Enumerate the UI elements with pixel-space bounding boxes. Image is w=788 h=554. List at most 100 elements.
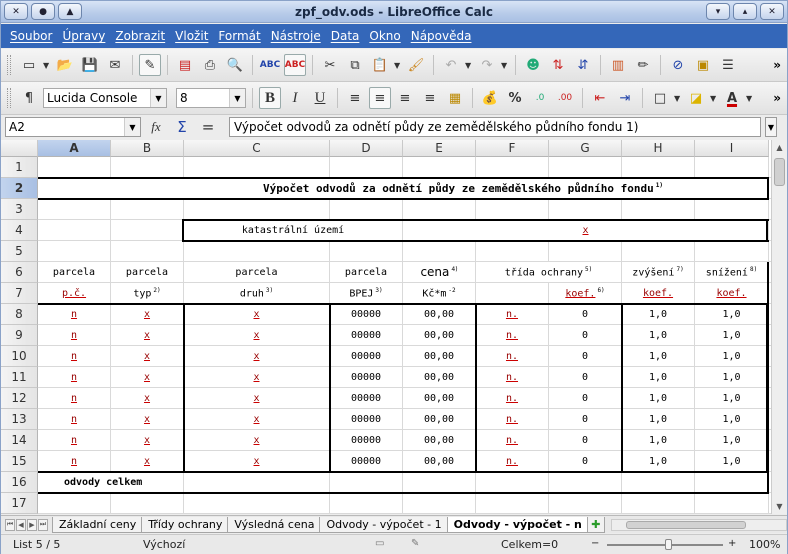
data-cell-f[interactable]: n. (476, 304, 548, 324)
zoom-level[interactable]: 100% (749, 538, 780, 551)
font-color-icon[interactable]: A (721, 87, 743, 109)
data-cell-b[interactable]: x (111, 346, 183, 366)
menu-tools[interactable]: Nástroje (266, 29, 326, 43)
navigator-icon[interactable]: ⊘ (667, 54, 689, 76)
scroll-up-icon[interactable]: ▲ (772, 140, 787, 155)
column-header-b[interactable]: B (111, 140, 184, 157)
background-color-icon[interactable]: ◪ (685, 87, 707, 109)
data-cell-h[interactable]: 1,0 (622, 304, 694, 324)
scroll-down-icon[interactable]: ▼ (772, 499, 787, 514)
data-cell-d[interactable]: 00000 (330, 451, 402, 471)
data-cell-i[interactable]: 1,0 (695, 304, 768, 324)
data-cell-f[interactable]: n. (476, 367, 548, 387)
sort-descending-icon[interactable]: ⇵ (572, 54, 594, 76)
draw-functions-icon[interactable]: ✏ (632, 54, 654, 76)
data-cell-e[interactable]: 00,00 (403, 388, 475, 408)
data-sources-icon[interactable]: ☰ (717, 54, 739, 76)
data-cell-e[interactable]: 00,00 (403, 367, 475, 387)
first-sheet-icon[interactable]: ⏮ (5, 518, 15, 531)
undo-icon[interactable]: ↶ (440, 54, 462, 76)
row-header-11[interactable]: 11 (1, 367, 38, 388)
formula-icon[interactable]: = (197, 116, 219, 138)
copy-icon[interactable]: ⧉ (344, 54, 366, 76)
open-folder-icon[interactable]: 📂 (54, 54, 76, 76)
total-label-cell[interactable]: odvody celkem (38, 472, 183, 492)
header-cena-cell[interactable]: cena 4) (403, 262, 475, 282)
data-cell-a[interactable]: n (38, 325, 110, 345)
toolbar-overflow-icon[interactable]: » (773, 58, 781, 72)
chevron-down-icon[interactable]: ▼ (150, 89, 166, 107)
chevron-down-icon[interactable]: ▼ (124, 118, 140, 136)
data-cell-d[interactable]: 00000 (330, 388, 402, 408)
row-header-3[interactable]: 3 (1, 199, 38, 220)
add-decimal-icon[interactable]: .0 (529, 87, 551, 109)
header-trida-ochrany[interactable]: třída ochrany 5) (476, 262, 621, 282)
data-cell-a[interactable]: n (38, 346, 110, 366)
align-center-icon[interactable]: ≡ (369, 87, 391, 109)
delete-decimal-icon[interactable]: .00 (554, 87, 576, 109)
header-kc[interactable]: Kč*m -2 (403, 283, 475, 303)
data-cell-e[interactable]: 00,00 (403, 451, 475, 471)
header-druh[interactable]: druh 3) (184, 283, 329, 303)
zoom-out-icon[interactable]: − (591, 538, 599, 549)
katastr-label-cell[interactable]: katastrální území (184, 220, 402, 240)
data-cell-h[interactable]: 1,0 (622, 451, 694, 471)
data-cell-c[interactable]: x (184, 409, 329, 429)
export-pdf-icon[interactable]: ▤ (174, 54, 196, 76)
data-cell-d[interactable]: 00000 (330, 367, 402, 387)
data-cell-a[interactable]: n (38, 304, 110, 324)
window-up-button[interactable]: ▲ (58, 3, 82, 20)
scroll-thumb[interactable] (774, 158, 785, 186)
hyperlink-icon[interactable]: ☻ (522, 54, 544, 76)
select-all-corner[interactable] (1, 140, 38, 157)
sheet-tab[interactable]: Základní ceny (52, 516, 144, 533)
menu-edit[interactable]: Úpravy (57, 29, 110, 43)
column-header-f[interactable]: F (476, 140, 549, 157)
autospellcheck-icon[interactable]: ABC (284, 54, 306, 76)
data-cell-c[interactable]: x (184, 451, 329, 471)
name-box[interactable]: A2 ▼ (5, 117, 141, 137)
align-left-icon[interactable]: ≡ (344, 87, 366, 109)
data-cell-a[interactable]: n (38, 409, 110, 429)
data-cell-f[interactable]: n. (476, 409, 548, 429)
minimize-button[interactable]: ▾ (706, 3, 730, 20)
data-cell-h[interactable]: 1,0 (622, 367, 694, 387)
sheet-tab[interactable]: Třídy ochrany (141, 516, 230, 533)
align-right-icon[interactable]: ≡ (394, 87, 416, 109)
row-header-17[interactable]: 17 (1, 493, 38, 514)
row-header-16[interactable]: 16 (1, 472, 38, 493)
header-koef-i[interactable]: koef. (695, 283, 768, 303)
row-header-12[interactable]: 12 (1, 388, 38, 409)
data-cell-f[interactable]: n. (476, 451, 548, 471)
row-header-5[interactable]: 5 (1, 241, 38, 262)
row-header-6[interactable]: 6 (1, 262, 38, 283)
increase-indent-icon[interactable]: ⇥ (614, 87, 636, 109)
data-cell-f[interactable]: n. (476, 325, 548, 345)
sheet-tab[interactable]: Výsledná cena (227, 516, 322, 533)
sheet-tab-active[interactable]: Odvody - výpočet - n (446, 516, 589, 533)
spreadsheet-grid[interactable]: A B C D E F G H I 1 2 3 4 5 6 7 8 9 10 11 12 13 14 15 16 17 Výpoče… (1, 140, 771, 514)
gallery-icon[interactable]: ▣ (692, 54, 714, 76)
row-header-15[interactable]: 15 (1, 451, 38, 472)
data-cell-e[interactable]: 00,00 (403, 430, 475, 450)
header-parcela-b[interactable]: parcela (111, 262, 183, 282)
header-parcela-a[interactable]: parcela (38, 262, 110, 282)
last-sheet-icon[interactable]: ⏭ (38, 518, 48, 531)
edit-mode-icon[interactable]: ✎ (139, 54, 161, 76)
toolbar-grip[interactable] (7, 55, 11, 75)
column-header-c[interactable]: C (184, 140, 330, 157)
data-cell-h[interactable]: 1,0 (622, 430, 694, 450)
save-icon[interactable]: 💾 (79, 54, 101, 76)
sum-icon[interactable]: Σ (171, 116, 193, 138)
data-cell-e[interactable]: 00,00 (403, 304, 475, 324)
column-header-d[interactable]: D (330, 140, 403, 157)
formula-input[interactable]: Výpočet odvodů za odnětí půdy ze zeměděl… (229, 117, 761, 137)
data-cell-e[interactable]: 00,00 (403, 409, 475, 429)
data-cell-d[interactable]: 00000 (330, 430, 402, 450)
data-cell-g[interactable]: 0 (549, 304, 621, 324)
data-cell-h[interactable]: 1,0 (622, 388, 694, 408)
row-header-2[interactable]: 2 (1, 178, 38, 199)
row-header-8[interactable]: 8 (1, 304, 38, 325)
data-cell-b[interactable]: x (111, 409, 183, 429)
data-cell-g[interactable]: 0 (549, 409, 621, 429)
